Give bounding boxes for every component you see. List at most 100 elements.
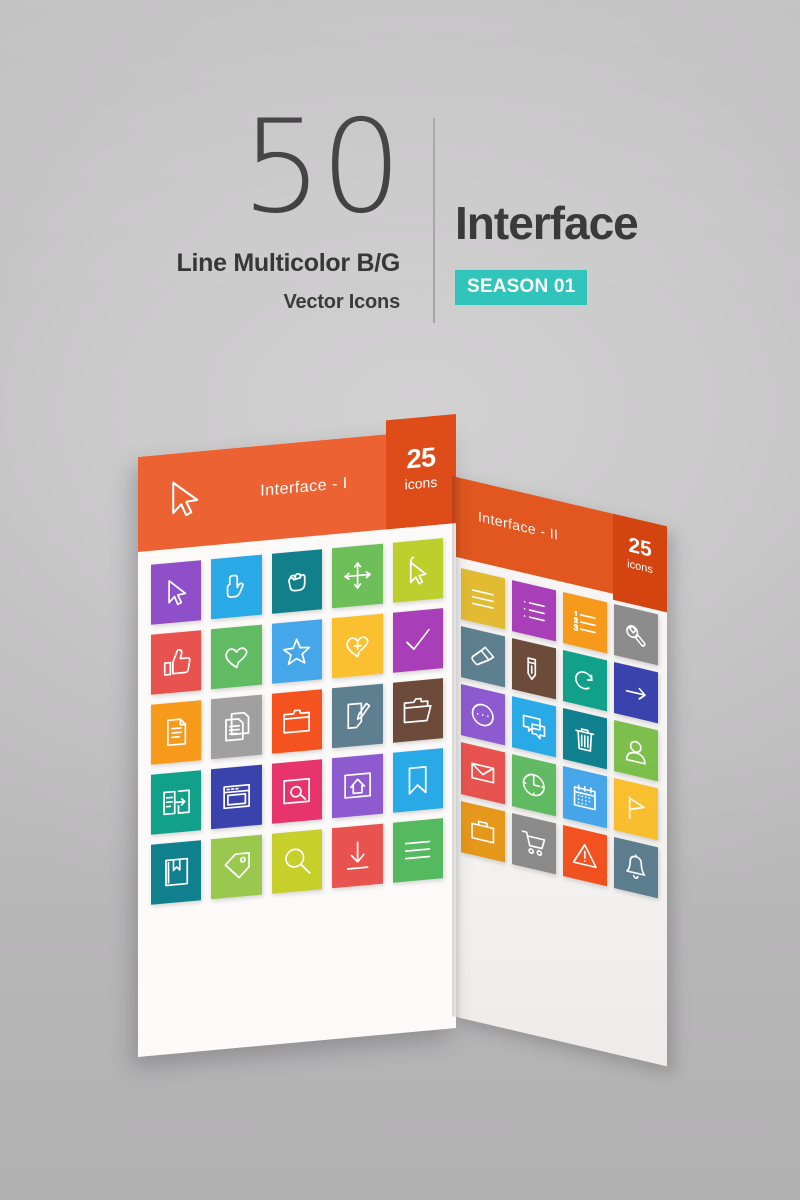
icon-tile[interactable] bbox=[211, 694, 262, 760]
pencil-icon bbox=[512, 638, 556, 699]
panel-interface-1: Interface - I 25 icons bbox=[138, 414, 456, 1057]
icon-tile[interactable] bbox=[271, 619, 323, 684]
bullet-list-icon bbox=[512, 580, 556, 641]
icon-set-mockup: Interface - II 25 icons Interface - I 25… bbox=[0, 380, 800, 1080]
icon-tile[interactable] bbox=[461, 626, 505, 688]
home-box-icon bbox=[332, 754, 382, 819]
icon-tile[interactable] bbox=[271, 759, 323, 824]
icon-tile[interactable] bbox=[271, 829, 323, 894]
edit-document-icon bbox=[332, 684, 382, 749]
icon-tile[interactable] bbox=[332, 613, 383, 679]
pointing-hand-icon bbox=[211, 555, 261, 620]
icon-tile[interactable] bbox=[461, 800, 505, 863]
page-title: Interface bbox=[455, 197, 639, 249]
icon-tile[interactable] bbox=[614, 662, 658, 724]
clock-icon bbox=[512, 755, 556, 816]
icon-tile[interactable] bbox=[271, 689, 323, 754]
browser-window-icon bbox=[211, 765, 261, 830]
move-arrows-icon bbox=[332, 544, 382, 609]
icon-tile[interactable] bbox=[332, 823, 383, 889]
icon-tile[interactable] bbox=[461, 742, 505, 805]
header-left-block: 50 Line Multicolor B/G Vector Icons bbox=[0, 0, 420, 314]
numbered-list-icon bbox=[563, 592, 607, 653]
icon-tile[interactable] bbox=[211, 624, 262, 690]
checkmark-icon bbox=[393, 608, 443, 673]
trash-icon bbox=[563, 708, 607, 769]
icon-tile[interactable] bbox=[512, 580, 556, 642]
redo-arrow-icon bbox=[563, 650, 607, 711]
icon-tile[interactable] bbox=[563, 592, 607, 654]
magnifier-icon bbox=[272, 829, 322, 894]
download-icon bbox=[332, 824, 382, 889]
panel-2-count-badge: 25 icons bbox=[613, 513, 667, 613]
icon-tile[interactable] bbox=[461, 684, 505, 746]
icon-tile[interactable] bbox=[512, 812, 556, 875]
wrench-icon bbox=[614, 604, 658, 665]
calendar-icon bbox=[563, 767, 607, 828]
bookmarked-book-icon bbox=[151, 840, 201, 905]
icon-tile[interactable] bbox=[211, 764, 262, 830]
flag-icon bbox=[614, 778, 658, 839]
icon-count: 50 bbox=[241, 93, 402, 242]
icon-tile[interactable] bbox=[563, 824, 607, 887]
envelope-icon bbox=[461, 743, 505, 804]
icon-tile[interactable] bbox=[392, 818, 443, 883]
thumbs-up-icon bbox=[151, 630, 201, 695]
document-icon bbox=[151, 700, 201, 765]
shopping-cart-icon bbox=[512, 813, 556, 874]
icon-tile[interactable] bbox=[332, 543, 383, 609]
icon-tile[interactable] bbox=[151, 630, 202, 695]
icon-tile[interactable] bbox=[211, 554, 262, 620]
icon-tile[interactable] bbox=[392, 608, 443, 673]
chat-bubbles-icon bbox=[512, 696, 556, 757]
panel-1-count-number: 25 bbox=[406, 441, 436, 475]
cursor-click-icon bbox=[393, 538, 443, 603]
icon-tile[interactable] bbox=[392, 748, 443, 813]
tag-icon bbox=[211, 835, 261, 900]
icon-tile[interactable] bbox=[512, 754, 556, 817]
icon-tile[interactable] bbox=[151, 770, 202, 835]
bell-icon bbox=[614, 837, 658, 898]
panel-1-count-badge: 25 icons bbox=[386, 414, 456, 530]
bookmark-icon bbox=[393, 748, 443, 813]
grab-hand-icon bbox=[272, 549, 322, 614]
panel-interface-2: Interface - II 25 icons bbox=[452, 476, 667, 1067]
header-right-block: Interface SEASON 01 bbox=[455, 0, 800, 305]
panel-1-icon-grid bbox=[138, 523, 456, 920]
briefcase-icon bbox=[461, 801, 505, 862]
heart-plus-icon bbox=[332, 614, 382, 679]
icon-tile[interactable] bbox=[614, 778, 658, 840]
cursor-arrow-icon bbox=[151, 560, 201, 625]
panel-2-title: Interface - II bbox=[478, 508, 559, 543]
import-panel-icon bbox=[151, 770, 201, 835]
icon-tile[interactable] bbox=[332, 753, 383, 819]
search-box-icon bbox=[272, 759, 322, 824]
icon-tile[interactable] bbox=[211, 834, 262, 900]
icon-tile[interactable] bbox=[461, 568, 505, 630]
icon-tile[interactable] bbox=[563, 766, 607, 828]
icon-tile[interactable] bbox=[512, 638, 556, 700]
icon-tile[interactable] bbox=[392, 678, 443, 743]
status-badge: SEASON 01 bbox=[455, 270, 588, 305]
folder-icon bbox=[272, 689, 322, 754]
icon-tile[interactable] bbox=[151, 560, 202, 625]
icon-tile[interactable] bbox=[151, 700, 202, 765]
copy-documents-icon bbox=[211, 695, 261, 760]
lines-list-icon bbox=[461, 568, 505, 629]
star-icon bbox=[272, 619, 322, 684]
icon-tile[interactable] bbox=[614, 836, 658, 899]
open-folder-icon bbox=[393, 678, 443, 743]
icon-tile[interactable] bbox=[563, 650, 607, 712]
icon-tile[interactable] bbox=[512, 696, 556, 758]
panel-2-icon-grid bbox=[452, 556, 667, 910]
arrow-right-icon bbox=[614, 662, 658, 723]
user-icon bbox=[614, 720, 658, 781]
icon-tile[interactable] bbox=[271, 549, 323, 614]
icon-tile[interactable] bbox=[151, 840, 202, 905]
icon-tile[interactable] bbox=[614, 720, 658, 782]
icon-tile[interactable] bbox=[563, 708, 607, 770]
icon-tile[interactable] bbox=[392, 538, 443, 603]
icon-tile[interactable] bbox=[332, 683, 383, 749]
icon-tile[interactable] bbox=[614, 603, 658, 666]
header-divider bbox=[433, 118, 435, 323]
